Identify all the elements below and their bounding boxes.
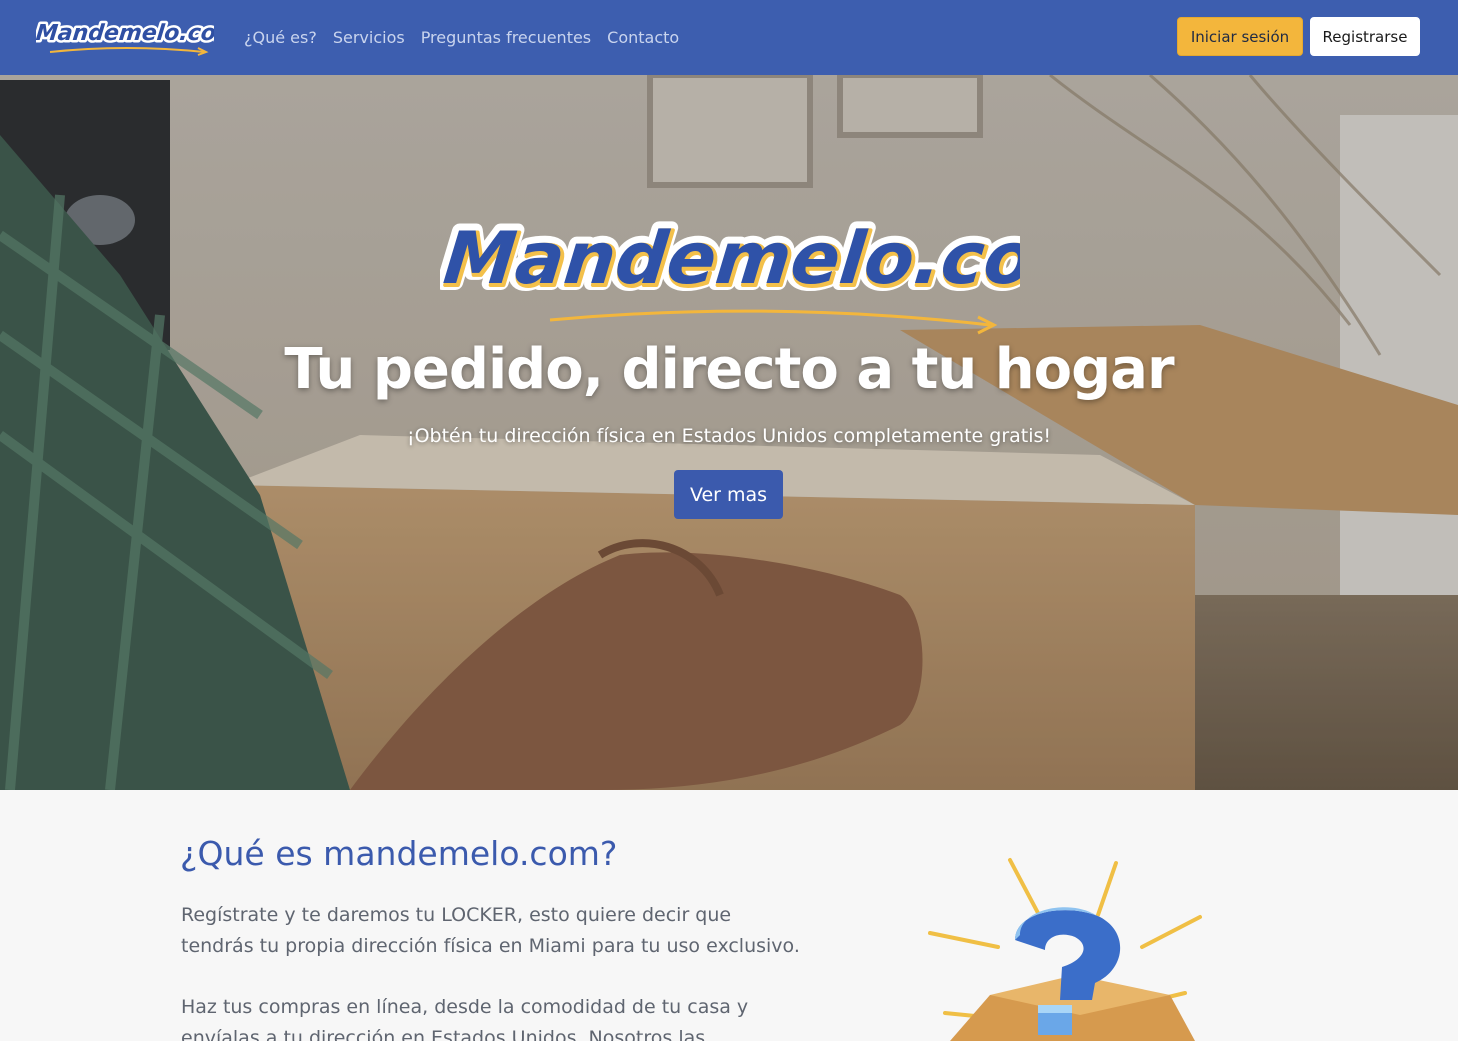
- login-button[interactable]: Iniciar sesión: [1177, 17, 1303, 56]
- hero-section: Mandemelo.com Mandemelo.com Mandemelo.co…: [0, 75, 1458, 790]
- hero-subtitle: ¡Obtén tu dirección física en Estados Un…: [406, 425, 1052, 447]
- nav-link-servicios[interactable]: Servicios: [333, 28, 405, 47]
- nav-link-preguntas[interactable]: Preguntas frecuentes: [421, 28, 591, 47]
- about-paragraph-2: Haz tus compras en línea, desde la comod…: [181, 996, 749, 1041]
- hero-brand-logo: Mandemelo.com Mandemelo.com Mandemelo.co…: [440, 210, 1020, 335]
- brand-logo[interactable]: Mandemelo.com Mandemelo.com: [36, 14, 214, 58]
- nav-link-que-es[interactable]: ¿Qué es?: [244, 28, 317, 47]
- nav-link-contacto[interactable]: Contacto: [607, 28, 679, 47]
- svg-text:Mandemelo.com: Mandemelo.com: [440, 217, 1020, 301]
- about-paragraph-1: Regístrate y te daremos tu LOCKER, esto …: [181, 904, 800, 957]
- about-heading: ¿Qué es mandemelo.com?: [180, 834, 618, 873]
- question-box-illustration: [928, 858, 1202, 1041]
- register-button[interactable]: Registrarse: [1310, 17, 1420, 56]
- about-section: ¿Qué es mandemelo.com? Regístrate y te d…: [0, 790, 1458, 1041]
- hero-title: Tu pedido, directo a tu hogar: [284, 337, 1174, 402]
- svg-text:Mandemelo.com: Mandemelo.com: [36, 21, 214, 46]
- navbar: Mandemelo.com Mandemelo.com ¿Qué es? Ser…: [0, 0, 1458, 75]
- nav-links: ¿Qué es? Servicios Preguntas frecuentes …: [244, 0, 679, 75]
- ver-mas-button[interactable]: Ver mas: [674, 470, 783, 519]
